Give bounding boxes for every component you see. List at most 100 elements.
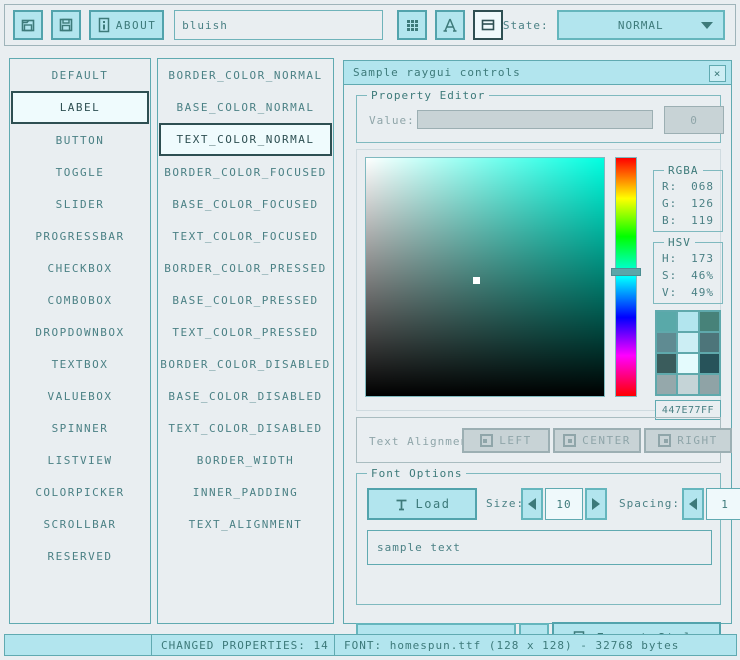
text-alignment-group: Text Alignment: LEFT CENTER RIGHT: [356, 417, 721, 463]
color-swatch[interactable]: [700, 375, 719, 394]
state-dropdown[interactable]: NORMAL: [557, 10, 725, 40]
color-swatch[interactable]: [678, 375, 697, 394]
property-item-label: TEXT_COLOR_NORMAL: [176, 133, 314, 146]
close-icon[interactable]: ×: [709, 65, 726, 82]
property-item-label: BASE_COLOR_FOCUSED: [172, 198, 318, 211]
style-name-input[interactable]: bluish: [174, 10, 383, 40]
hue-bar[interactable]: [615, 157, 637, 397]
load-font-button[interactable]: Load: [367, 488, 477, 520]
property-item-base-color-disabled[interactable]: BASE_COLOR_DISABLED: [159, 380, 332, 412]
triangle-left-icon: [689, 498, 697, 510]
color-swatch[interactable]: [657, 354, 676, 373]
rgba-value[interactable]: 068: [691, 180, 714, 193]
font-size-value[interactable]: 10: [545, 488, 583, 520]
property-item-text-color-pressed[interactable]: TEXT_COLOR_PRESSED: [159, 316, 332, 348]
status-bar: CHANGED PROPERTIES: 14 FONT: homespun.tt…: [4, 634, 736, 656]
control-item-colorpicker[interactable]: COLORPICKER: [11, 476, 149, 508]
open-file-button[interactable]: [13, 10, 43, 40]
control-item-label: TEXTBOX: [52, 358, 109, 371]
hsv-title: HSV: [664, 236, 695, 249]
top-toolbar: ABOUT bluish: [4, 4, 736, 46]
control-item-label[interactable]: LABEL: [11, 91, 149, 124]
control-item-dropdownbox[interactable]: DROPDOWNBOX: [11, 316, 149, 348]
hsv-value[interactable]: 173: [691, 252, 714, 265]
property-item-text-color-disabled[interactable]: TEXT_COLOR_DISABLED: [159, 412, 332, 444]
font-size-increment[interactable]: [585, 488, 607, 520]
control-item-label: LISTVIEW: [48, 454, 113, 467]
rgba-value[interactable]: 119: [691, 214, 714, 227]
property-item-base-color-focused[interactable]: BASE_COLOR_FOCUSED: [159, 188, 332, 220]
property-item-text-color-normal[interactable]: TEXT_COLOR_NORMAL: [159, 123, 332, 156]
property-item-text-alignment[interactable]: TEXT_ALIGNMENT: [159, 508, 332, 540]
color-swatch[interactable]: [678, 354, 697, 373]
save-file-button[interactable]: [51, 10, 81, 40]
status-left: [4, 634, 152, 656]
font-options-title: Font Options: [367, 467, 466, 480]
property-item-border-width[interactable]: BORDER_WIDTH: [159, 444, 332, 476]
triangle-right-icon: [592, 498, 600, 510]
align-center-button[interactable]: CENTER: [553, 428, 641, 453]
color-swatch[interactable]: [657, 375, 676, 394]
saturation-value-field[interactable]: [365, 157, 605, 397]
property-item-inner-padding[interactable]: INNER_PADDING: [159, 476, 332, 508]
control-item-scrollbar[interactable]: SCROLLBAR: [11, 508, 149, 540]
hue-selector[interactable]: [611, 268, 641, 276]
font-spacing-value[interactable]: 1: [706, 488, 740, 520]
control-item-default[interactable]: DEFAULT: [11, 59, 149, 91]
control-item-label: BUTTON: [56, 134, 105, 147]
value-gradient: [366, 158, 604, 396]
rgba-value[interactable]: 126: [691, 197, 714, 210]
controls-list[interactable]: DEFAULTLABEL BUTTON TOGGLESLIDERPROGRESSBA…: [9, 58, 151, 624]
color-cursor[interactable]: [473, 277, 480, 284]
align-right-button[interactable]: RIGHT: [644, 428, 732, 453]
control-item-button[interactable]: BUTTON: [11, 124, 149, 156]
property-item-border-color-focused[interactable]: BORDER_COLOR_FOCUSED: [159, 156, 332, 188]
color-swatch[interactable]: [700, 333, 719, 352]
window-layout-button[interactable]: [473, 10, 503, 40]
color-swatch[interactable]: [700, 312, 719, 331]
control-item-spinner[interactable]: SPINNER: [11, 412, 149, 444]
control-item-reserved[interactable]: RESERVED: [11, 540, 149, 572]
about-button[interactable]: ABOUT: [89, 10, 164, 40]
value-box[interactable]: 0: [664, 106, 724, 134]
property-item-base-color-normal[interactable]: BASE_COLOR_NORMAL: [159, 91, 332, 123]
color-swatches[interactable]: [655, 310, 721, 396]
control-item-valuebox[interactable]: VALUEBOX: [11, 380, 149, 412]
align-left-icon: [480, 434, 493, 447]
hsv-value[interactable]: 49%: [691, 286, 714, 299]
rgba-key: G:: [662, 197, 677, 210]
style-table-button[interactable]: [397, 10, 427, 40]
hsv-key: V:: [662, 286, 677, 299]
control-item-combobox[interactable]: COMBOBOX: [11, 284, 149, 316]
properties-list[interactable]: BORDER_COLOR_NORMALBASE_COLOR_NORMAL TEXT…: [157, 58, 334, 624]
sample-text-input[interactable]: sample text: [367, 530, 712, 565]
align-left-label: LEFT: [499, 434, 532, 447]
hsv-value[interactable]: 46%: [691, 269, 714, 282]
font-size-decrement[interactable]: [521, 488, 543, 520]
control-item-textbox[interactable]: TEXTBOX: [11, 348, 149, 380]
color-swatch[interactable]: [700, 354, 719, 373]
control-item-slider[interactable]: SLIDER: [11, 188, 149, 220]
color-swatch[interactable]: [678, 312, 697, 331]
status-changed-properties: CHANGED PROPERTIES: 14: [151, 634, 335, 656]
info-icon: [97, 17, 111, 33]
property-item-border-color-normal[interactable]: BORDER_COLOR_NORMAL: [159, 59, 332, 91]
font-icon: [441, 16, 459, 34]
control-item-label: SCROLLBAR: [43, 518, 116, 531]
color-swatch[interactable]: [657, 312, 676, 331]
font-button[interactable]: [435, 10, 465, 40]
control-item-checkbox[interactable]: CHECKBOX: [11, 252, 149, 284]
property-item-base-color-pressed[interactable]: BASE_COLOR_PRESSED: [159, 284, 332, 316]
property-item-border-color-pressed[interactable]: BORDER_COLOR_PRESSED: [159, 252, 332, 284]
font-spacing-decrement[interactable]: [682, 488, 704, 520]
color-swatch[interactable]: [678, 333, 697, 352]
property-item-text-color-focused[interactable]: TEXT_COLOR_FOCUSED: [159, 220, 332, 252]
control-item-toggle[interactable]: TOGGLE: [11, 156, 149, 188]
control-item-listview[interactable]: LISTVIEW: [11, 444, 149, 476]
property-item-border-color-disabled[interactable]: BORDER_COLOR_DISABLED: [159, 348, 332, 380]
color-swatch[interactable]: [657, 333, 676, 352]
control-item-progressbar[interactable]: PROGRESSBAR: [11, 220, 149, 252]
align-center-label: CENTER: [582, 434, 631, 447]
value-slider[interactable]: [417, 110, 653, 129]
align-left-button[interactable]: LEFT: [462, 428, 550, 453]
